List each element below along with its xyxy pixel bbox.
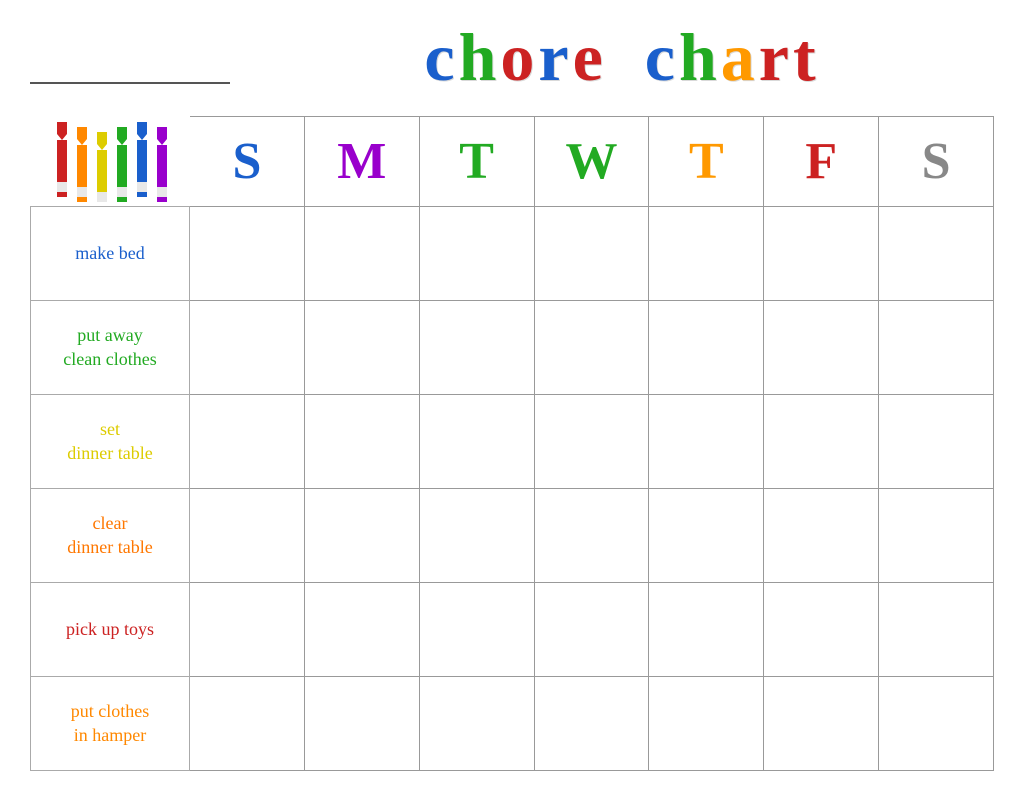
name-line — [30, 54, 230, 84]
cell-2-thu — [649, 301, 764, 394]
cell-6-mon — [305, 677, 420, 770]
cell-2-tue — [420, 301, 535, 394]
cell-5-thu — [649, 583, 764, 676]
chore-cell-clear-dinner: cleardinner table — [31, 489, 189, 583]
cell-4-sun — [190, 489, 305, 582]
chore-cell-put-clothes: put clothesin hamper — [31, 677, 189, 770]
chore-cell-pick-up-toys: pick up toys — [31, 583, 189, 677]
cell-2-wed — [535, 301, 650, 394]
chart-container: make bed put awayclean clothes setdinner… — [30, 116, 994, 771]
day-header-sat: S — [879, 117, 993, 206]
day-header-fri: F — [764, 117, 879, 206]
chore-cell-set-dinner: setdinner table — [31, 395, 189, 489]
cell-6-tue — [420, 677, 535, 770]
cell-1-fri — [764, 207, 879, 300]
cell-5-tue — [420, 583, 535, 676]
cell-4-fri — [764, 489, 879, 582]
cell-2-fri — [764, 301, 879, 394]
cell-6-wed — [535, 677, 650, 770]
chore-label: make bed — [75, 242, 144, 265]
cell-1-mon — [305, 207, 420, 300]
title-letter: e — [573, 23, 607, 91]
chore-label: cleardinner table — [67, 512, 152, 559]
chore-cell-put-away: put awayclean clothes — [31, 301, 189, 395]
chore-row-6 — [190, 677, 993, 770]
cell-3-sun — [190, 395, 305, 488]
day-header-tue: T — [420, 117, 535, 206]
cell-4-thu — [649, 489, 764, 582]
days-header-row: S M T W T F S — [190, 117, 993, 207]
crayons-area — [30, 116, 190, 206]
cell-1-sun — [190, 207, 305, 300]
cell-3-wed — [535, 395, 650, 488]
cell-3-sat — [879, 395, 993, 488]
chore-label: pick up toys — [66, 618, 154, 641]
cell-2-mon — [305, 301, 420, 394]
title-letter: r — [759, 23, 793, 91]
cell-1-sat — [879, 207, 993, 300]
cell-5-fri — [764, 583, 879, 676]
header: chore chart — [30, 20, 994, 98]
cell-3-fri — [764, 395, 879, 488]
cell-4-tue — [420, 489, 535, 582]
cell-5-wed — [535, 583, 650, 676]
left-column: make bed put awayclean clothes setdinner… — [30, 116, 190, 771]
day-header-sun: S — [190, 117, 305, 206]
title-letter: h — [679, 23, 721, 91]
chore-row-3 — [190, 395, 993, 489]
title-letter: r — [538, 23, 572, 91]
cell-4-mon — [305, 489, 420, 582]
cell-3-tue — [420, 395, 535, 488]
days-grid: S M T W T F S — [190, 116, 994, 771]
chore-label: put awayclean clothes — [63, 324, 156, 371]
cell-6-sat — [879, 677, 993, 770]
chore-label: put clothesin hamper — [71, 700, 150, 747]
chore-cell-make-bed: make bed — [31, 207, 189, 301]
cell-4-sat — [879, 489, 993, 582]
cell-6-fri — [764, 677, 879, 770]
cell-5-sun — [190, 583, 305, 676]
day-header-mon: M — [305, 117, 420, 206]
cell-3-thu — [649, 395, 764, 488]
crayons-svg — [45, 122, 175, 202]
title-letter: c — [424, 23, 458, 91]
cell-2-sat — [879, 301, 993, 394]
page-title: chore chart — [250, 20, 994, 92]
title-letter: o — [500, 23, 538, 91]
cell-6-thu — [649, 677, 764, 770]
cell-1-thu — [649, 207, 764, 300]
chore-labels-column: make bed put awayclean clothes setdinner… — [30, 206, 190, 771]
cell-5-mon — [305, 583, 420, 676]
title-letter: c — [645, 23, 679, 91]
day-header-thu: T — [649, 117, 764, 206]
cell-2-sun — [190, 301, 305, 394]
page: chore chart — [0, 0, 1024, 791]
title-letter: h — [459, 23, 501, 91]
cell-4-wed — [535, 489, 650, 582]
cell-6-sun — [190, 677, 305, 770]
title-letter: t — [793, 23, 820, 91]
cell-3-mon — [305, 395, 420, 488]
title-letter: a — [721, 23, 759, 91]
title-word2: chart — [645, 20, 820, 92]
chore-label: setdinner table — [67, 418, 152, 465]
chore-row-4 — [190, 489, 993, 583]
chore-row-1 — [190, 207, 993, 301]
day-header-wed: W — [535, 117, 650, 206]
chore-row-5 — [190, 583, 993, 677]
title-word1: chore — [424, 20, 606, 92]
chore-row-2 — [190, 301, 993, 395]
cell-1-tue — [420, 207, 535, 300]
title-container: chore chart — [250, 20, 994, 92]
cell-5-sat — [879, 583, 993, 676]
cell-1-wed — [535, 207, 650, 300]
